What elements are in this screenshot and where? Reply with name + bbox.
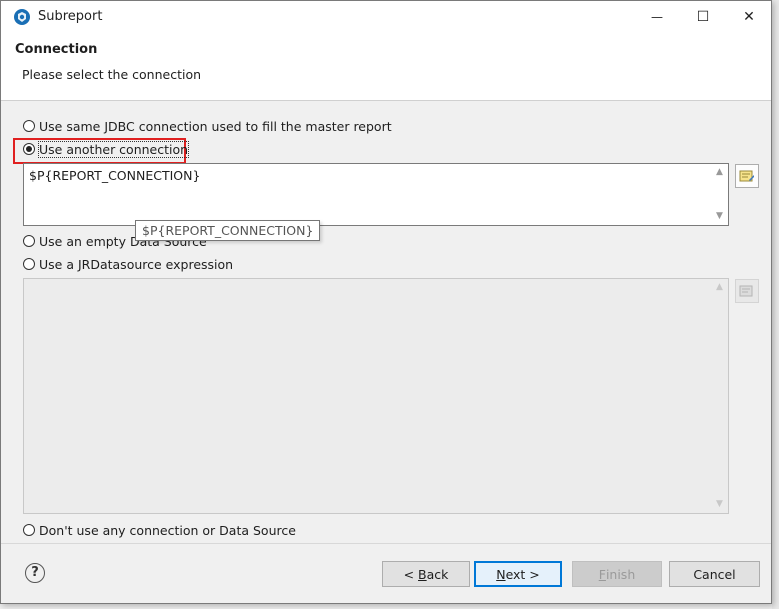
radio-same-jdbc[interactable]: [23, 120, 35, 132]
option-no-connection-label: Don't use any connection or Data Source: [39, 522, 296, 538]
connection-expression-field[interactable]: $P{REPORT_CONNECTION} ▲ ▼: [23, 163, 729, 226]
option-same-jdbc-label: Use same JDBC connection used to fill th…: [39, 118, 392, 134]
datasource-expression-scrollbar: ▲ ▼: [712, 280, 727, 512]
next-button-mnemonic: N: [496, 566, 506, 582]
expression-editor-icon: [739, 285, 753, 297]
next-button[interactable]: Next >: [474, 561, 562, 587]
help-icon[interactable]: ?: [25, 563, 45, 583]
close-icon: ✕: [743, 8, 755, 25]
option-no-connection[interactable]: Don't use any connection or Data Source: [23, 521, 296, 539]
back-button-rest: ack: [426, 566, 449, 582]
title-bar: Subreport — ☐ ✕: [1, 1, 771, 32]
scroll-down-icon[interactable]: ▼: [715, 212, 724, 221]
datasource-expression-field: ▲ ▼: [23, 278, 729, 514]
window-title: Subreport: [38, 9, 103, 24]
wizard-header: Connection Please select the connection: [1, 32, 771, 101]
wizard-content: Use same JDBC connection used to fill th…: [1, 101, 771, 543]
close-button[interactable]: ✕: [726, 1, 772, 32]
option-jrdatasource[interactable]: Use a JRDatasource expression: [23, 255, 233, 273]
connection-expression-text: $P{REPORT_CONNECTION}: [29, 168, 201, 183]
maximize-icon: ☐: [696, 8, 710, 25]
page-title: Connection: [15, 42, 98, 57]
connection-expression-editor-button[interactable]: [735, 164, 759, 188]
option-jrdatasource-label: Use a JRDatasource expression: [39, 256, 234, 272]
next-button-rest: ext >: [505, 566, 540, 582]
cancel-button[interactable]: Cancel: [669, 561, 760, 587]
back-button-prefix: <: [403, 566, 419, 582]
finish-button-mnemonic: F: [598, 566, 606, 582]
connection-expression-scrollbar[interactable]: ▲ ▼: [712, 165, 727, 224]
scroll-down-icon: ▼: [716, 499, 723, 509]
minimize-button[interactable]: —: [634, 1, 680, 32]
background-app-panel: [772, 0, 779, 609]
expression-editor-icon: [739, 170, 754, 182]
radio-empty-datasource[interactable]: [23, 235, 35, 247]
minimize-icon: —: [651, 9, 663, 24]
radio-another-connection[interactable]: [23, 143, 35, 155]
wizard-footer: ? < Back Next > Finish Cancel: [1, 543, 771, 606]
jaspersoft-icon: [14, 8, 30, 25]
option-same-jdbc[interactable]: Use same JDBC connection used to fill th…: [23, 117, 392, 135]
subreport-dialog: Subreport — ☐ ✕ Connection Please select…: [0, 0, 772, 604]
maximize-button[interactable]: ☐: [680, 1, 726, 32]
back-button-mnemonic: B: [418, 566, 427, 582]
connection-tooltip: $P{REPORT_CONNECTION}: [135, 220, 321, 241]
cancel-button-label: Cancel: [693, 566, 736, 582]
finish-button-rest: inish: [605, 566, 636, 582]
option-another-connection-label: Use another connection: [37, 140, 190, 158]
back-button[interactable]: < Back: [382, 561, 470, 587]
datasource-expression-editor-button: [735, 279, 759, 303]
radio-jrdatasource[interactable]: [23, 258, 35, 270]
page-description: Please select the connection: [22, 67, 202, 82]
scroll-up-icon[interactable]: ▲: [715, 168, 724, 177]
scroll-up-icon: ▲: [716, 282, 723, 292]
finish-button: Finish: [572, 561, 662, 587]
radio-no-connection[interactable]: [23, 524, 35, 536]
option-another-connection[interactable]: Use another connection: [23, 140, 190, 158]
